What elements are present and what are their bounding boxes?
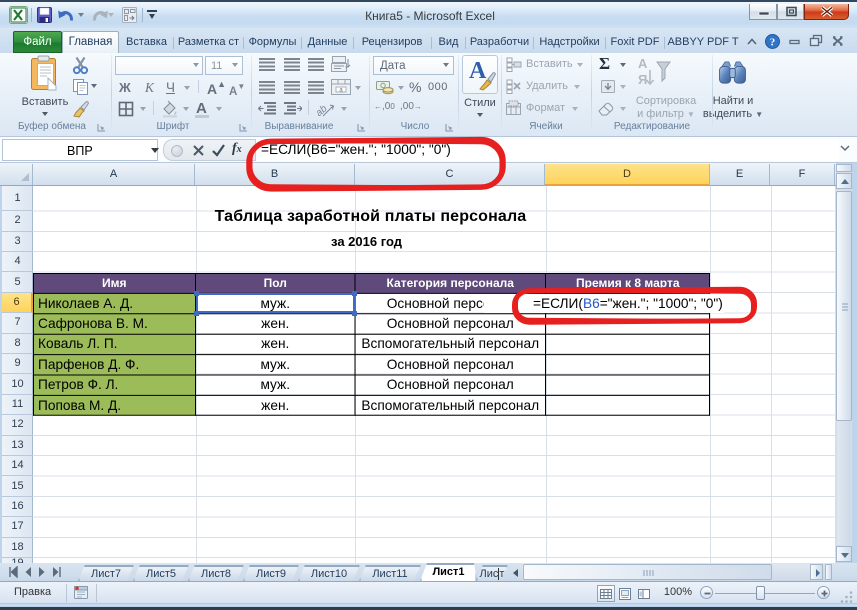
svg-text:ab: ab bbox=[315, 103, 330, 118]
svg-text:А: А bbox=[638, 56, 648, 71]
svg-text:Я: Я bbox=[638, 72, 647, 87]
svg-text:?: ? bbox=[770, 36, 776, 48]
